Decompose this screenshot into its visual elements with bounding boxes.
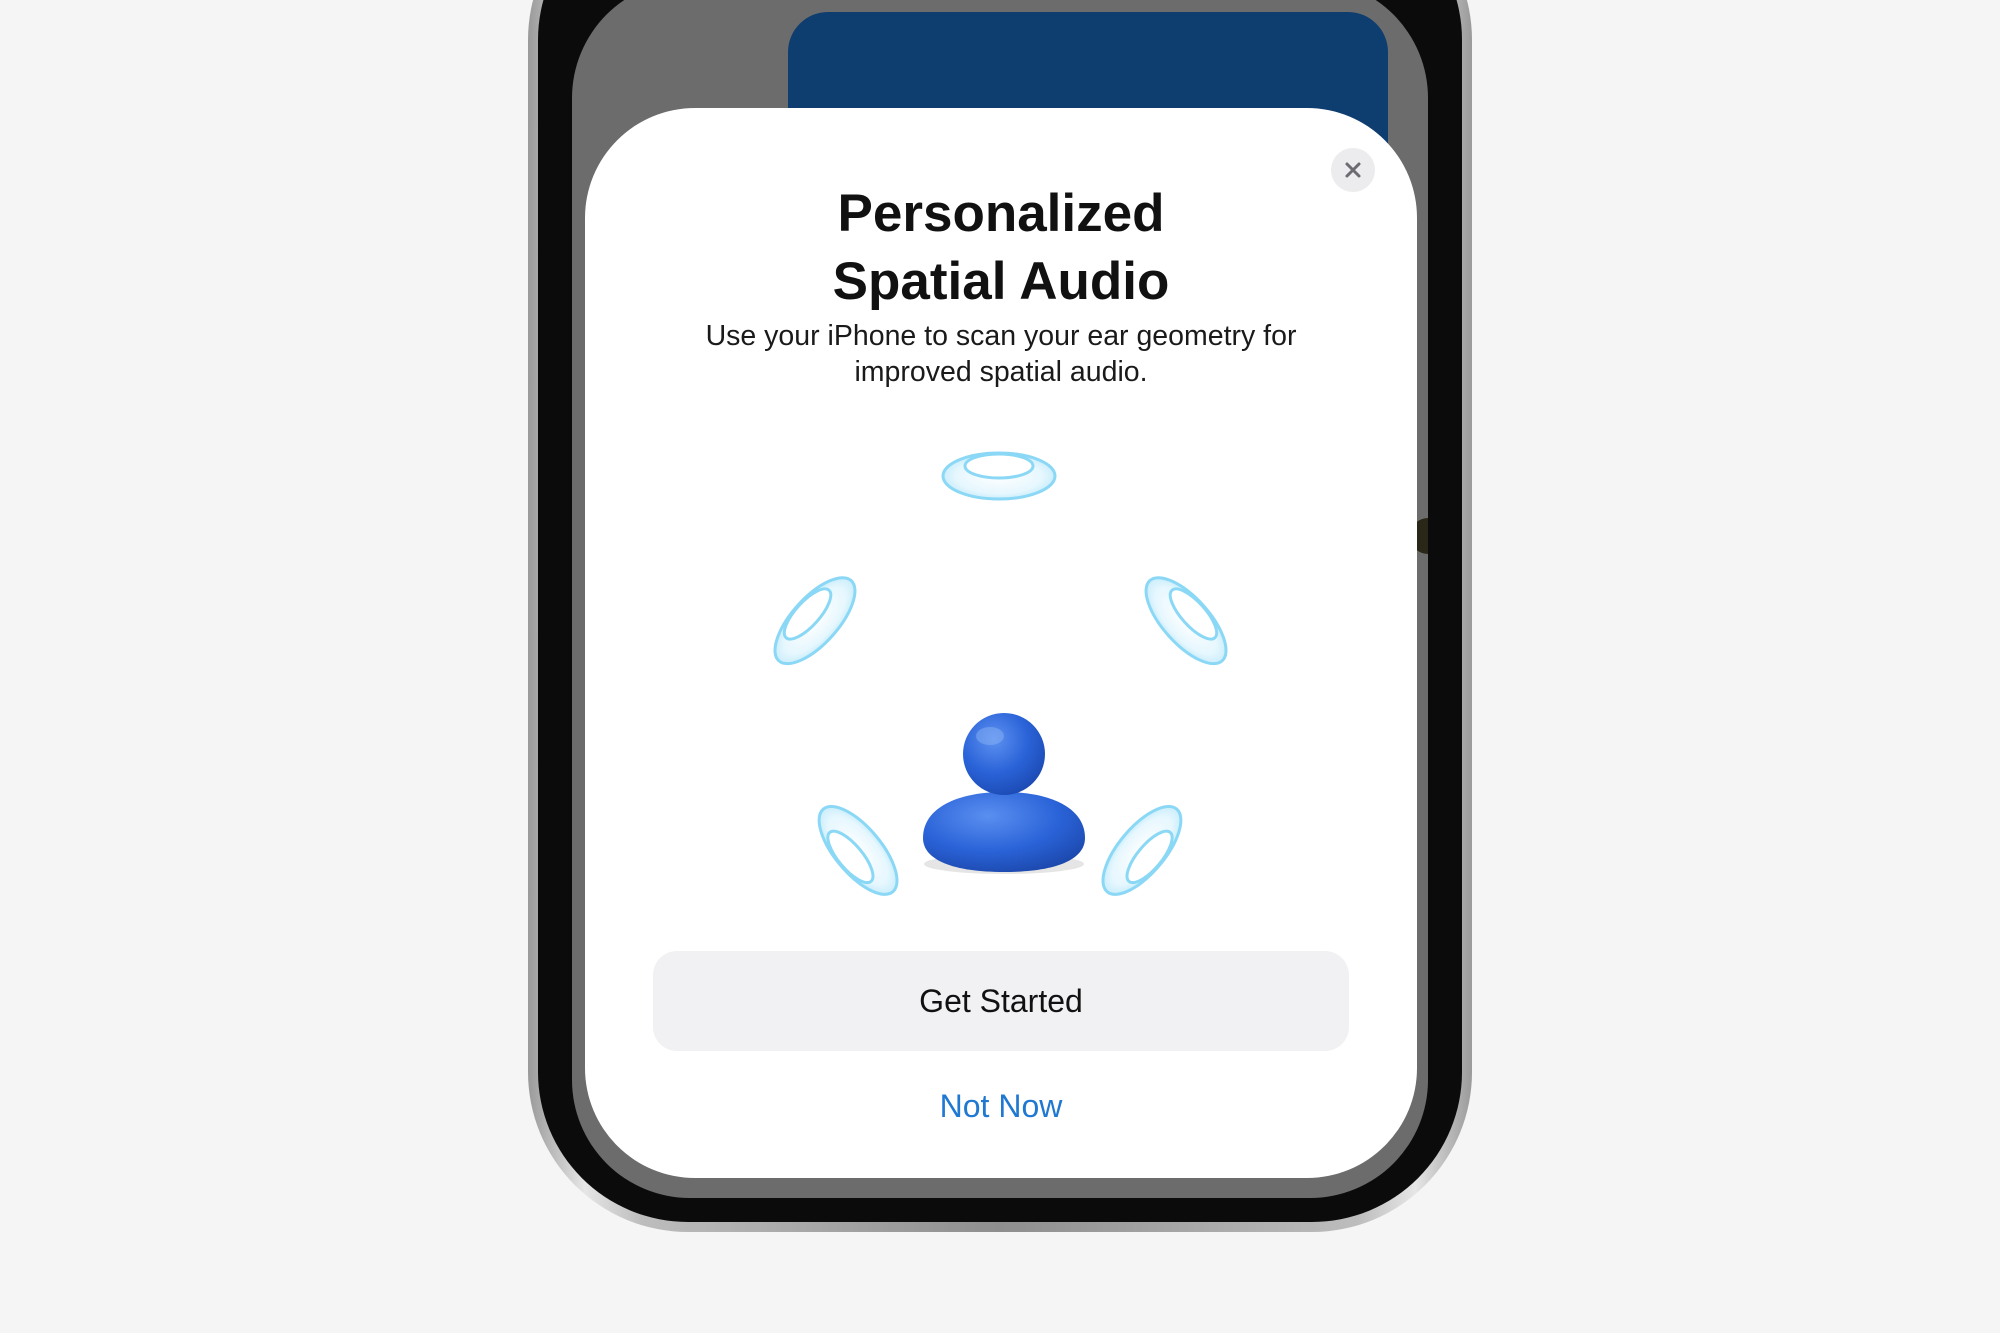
get-started-label: Get Started: [919, 982, 1083, 1019]
title-line-2: Spatial Audio: [832, 252, 1170, 311]
close-icon: [1345, 162, 1361, 178]
description: Use your iPhone to scan your ear geometr…: [645, 318, 1357, 390]
person-icon: [923, 713, 1085, 874]
speaker-ring-icon-lower-left: [817, 804, 899, 896]
page-title: Personalized Spatial Audio: [585, 180, 1417, 316]
not-now-label: Not Now: [939, 1088, 1063, 1124]
description-line-2: improved spatial audio.: [854, 356, 1148, 388]
speaker-ring-icon-upper-right: [1144, 576, 1228, 666]
speaker-ring-icon-lower-right: [1101, 804, 1183, 896]
spatial-audio-sheet: Personalized Spatial Audio Use your iPho…: [585, 108, 1417, 1178]
speaker-ring-icon-upper-left: [773, 576, 857, 666]
description-line-1: Use your iPhone to scan your ear geometr…: [705, 320, 1297, 352]
get-started-button[interactable]: Get Started: [653, 951, 1349, 1051]
speaker-ring-icon-top: [941, 451, 1057, 501]
title-line-1: Personalized: [837, 184, 1165, 243]
not-now-button[interactable]: Not Now: [585, 1088, 1417, 1125]
